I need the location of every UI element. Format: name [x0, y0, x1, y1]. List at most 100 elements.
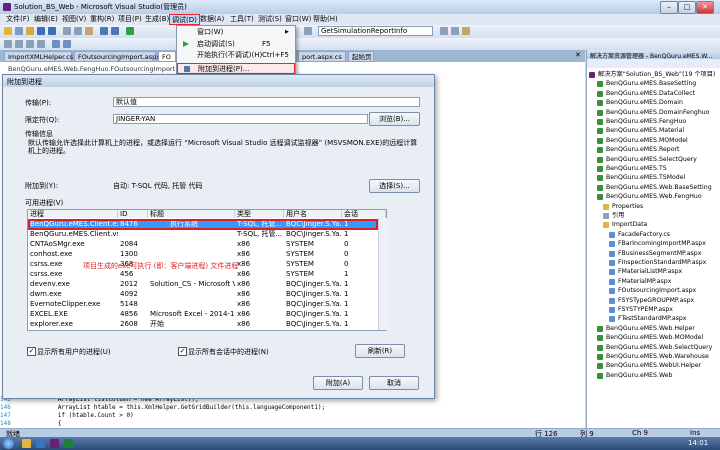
tree-item[interactable]: BenQGuru.eMES.TS [597, 164, 719, 173]
tree-item[interactable]: BenQGuru.eMES.Web.FengHuo [597, 192, 719, 201]
column-header-session[interactable]: 会话 [342, 210, 386, 218]
refresh-button[interactable]: 刷新(R) [355, 344, 405, 358]
browse-button[interactable]: 浏览(B)... [369, 112, 420, 126]
tree-item[interactable]: BenQGuru.eMES.SelectQuery [597, 155, 719, 164]
process-list[interactable]: 进程 ID 标题 类型 用户名 会话 BenQGuru.eMES.Client.… [27, 209, 387, 331]
solution-explorer-icon[interactable] [440, 27, 448, 35]
bookmark-next-icon[interactable] [63, 40, 71, 48]
tree-item[interactable]: BenQGuru.eMES.Web.SelectQuery [597, 343, 719, 352]
tree-item[interactable]: FBarIncomingImportMP.aspx [609, 239, 719, 248]
tree-item[interactable]: BenQGuru.eMES.WebUI.Helper [597, 361, 719, 370]
taskbar-app-icon[interactable] [50, 439, 59, 448]
process-row[interactable]: BenQGuru.eMES.Client.vshost.exe T-SQL, 托管… [28, 229, 386, 239]
cut-icon[interactable] [63, 27, 71, 35]
tree-item[interactable]: BenQGuru.eMES.Web.Helper [597, 324, 719, 333]
column-header-title[interactable]: 标题 [148, 210, 235, 218]
tab-foutsourcingimport-aspx[interactable]: FOutsourcingImport.aspx [74, 51, 160, 62]
close-button[interactable]: ✕ [696, 1, 714, 14]
tree-item[interactable]: BenQGuru.eMES.MOModel [597, 136, 719, 145]
column-header-id[interactable]: ID [118, 210, 148, 218]
column-header-type[interactable]: 类型 [235, 210, 284, 218]
tree-item[interactable]: FMaterialListMP.aspx [609, 267, 719, 276]
uncomment-icon[interactable] [15, 40, 23, 48]
menu-data[interactable]: 数据(A) [198, 14, 226, 25]
indent-icon[interactable] [26, 40, 34, 48]
transport-select[interactable]: 默认值 [113, 97, 420, 107]
menu-item-windows[interactable]: 窗口(W) ▶ [177, 27, 295, 38]
menu-project[interactable]: 项目(P) [116, 14, 144, 25]
column-header-username[interactable]: 用户名 [284, 210, 342, 218]
tree-item[interactable]: 引用 [603, 211, 719, 220]
tree-item[interactable]: Properties [603, 202, 719, 211]
tree-item[interactable]: FOutsourcingImport.aspx [609, 286, 719, 295]
tree-item[interactable]: BenQGuru.eMES.Domain [597, 98, 719, 107]
process-row[interactable]: devenv.exe 2012 Solution_CS - Microsoft Vi… [28, 279, 386, 289]
cancel-button[interactable]: 取消 [369, 376, 419, 390]
outdent-icon[interactable] [37, 40, 45, 48]
process-row[interactable]: EXCEL.EXE 4856 Microsoft Excel - 2014-10-.… [28, 309, 386, 319]
tab-importxmlhelper[interactable]: ImportXMLHelper.cs [4, 51, 73, 62]
tree-item[interactable]: FBusinessSegmentMP.aspx [609, 249, 719, 258]
show-all-sessions-checkbox[interactable]: ✓ [178, 347, 187, 356]
properties-icon[interactable] [451, 27, 459, 35]
tree-item[interactable]: BenQGuru.eMES.BaseSetting [597, 79, 719, 88]
maximize-button[interactable]: □ [678, 1, 696, 14]
tree-item[interactable]: ImportData [603, 220, 719, 229]
column-header-process[interactable]: 进程 [28, 210, 118, 218]
tree-item[interactable]: FTestStandardMP.aspx [609, 314, 719, 323]
process-row[interactable]: explorer.exe 2608 开始 x86 BQC\Jinger.S.Ya... 1 [28, 319, 386, 329]
menu-window[interactable]: 窗口(W) [283, 14, 313, 25]
menu-refactor[interactable]: 重构(R) [88, 14, 116, 25]
save-icon[interactable] [37, 27, 45, 35]
tab-close-icon[interactable]: ✕ [575, 51, 581, 59]
tree-item[interactable]: BenQGuru.eMES.Web.Warehouse [597, 352, 719, 361]
menu-help[interactable]: 帮助(H) [311, 14, 340, 25]
add-item-icon[interactable] [15, 27, 23, 35]
tree-item[interactable]: FSYSTypeGROUPMP.aspx [609, 296, 719, 305]
process-row[interactable]: conhost.exe 1300 x86 SYSTEM 0 [28, 249, 386, 259]
qualifier-input[interactable]: JINGER-YAN [113, 114, 368, 124]
attach-button[interactable]: 附加(A) [313, 376, 363, 390]
undo-icon[interactable] [100, 27, 108, 35]
menu-file[interactable]: 文件(F) [4, 14, 32, 25]
paste-icon[interactable] [85, 27, 93, 35]
start-button[interactable] [3, 438, 14, 449]
taskbar-app-icon[interactable] [22, 439, 31, 448]
tree-item[interactable]: BenQGuru.eMES.Web.MOModel [597, 333, 719, 342]
find-icon[interactable] [304, 27, 312, 35]
menu-edit[interactable]: 编辑(E) [32, 14, 60, 25]
menu-tools[interactable]: 工具(T) [228, 14, 256, 25]
start-debug-icon[interactable] [126, 27, 134, 35]
tab-port-aspx-cs[interactable]: port.aspx.cs [298, 51, 346, 62]
tree-item[interactable]: BenQGuru.eMES.TSModel [597, 173, 719, 182]
minimize-button[interactable]: – [660, 1, 678, 14]
tree-item[interactable]: BenQGuru.eMES.DataCollect [597, 89, 719, 98]
taskbar-app-icon[interactable] [64, 439, 73, 448]
tree-item[interactable]: BenQGuru.eMES.Report [597, 145, 719, 154]
tab-fo[interactable]: FO [158, 51, 176, 62]
menu-test[interactable]: 测试(S) [256, 14, 284, 25]
open-icon[interactable] [26, 27, 34, 35]
taskbar-app-icon[interactable] [36, 439, 45, 448]
new-project-icon[interactable] [4, 27, 12, 35]
toolbox-icon[interactable] [462, 27, 470, 35]
tree-item[interactable]: BenQGuru.eMES.FengHuo [597, 117, 719, 126]
tree-item[interactable]: FInspectionStandardMP.aspx [609, 258, 719, 267]
tree-item[interactable]: 解决方案“Solution_BS_Web”(19 个项目) [589, 70, 719, 79]
show-all-users-checkbox[interactable]: ✓ [27, 347, 36, 356]
tree-item[interactable]: BenQGuru.eMES.Web.BaseSetting [597, 183, 719, 192]
copy-icon[interactable] [74, 27, 82, 35]
bookmark-icon[interactable] [52, 40, 60, 48]
tree-item[interactable]: FSYSTYPEMP.aspx [609, 305, 719, 314]
comment-icon[interactable] [4, 40, 12, 48]
list-scrollbar[interactable] [378, 218, 387, 330]
menu-view[interactable]: 视图(V) [60, 14, 88, 25]
solution-config-select[interactable]: GetSimulationReportInfo [318, 26, 433, 36]
menu-build[interactable]: 生成(B) [143, 14, 171, 25]
save-all-icon[interactable] [48, 27, 56, 35]
process-row[interactable]: EvernoteClipper.exe 5148 x86 BQC\Jinger.S.Y… [28, 299, 386, 309]
tree-item[interactable]: BenQGuru.eMES.Material [597, 126, 719, 135]
tree-item[interactable]: FacadeFactory.cs [609, 230, 719, 239]
menu-item-attach-to-process[interactable]: 附加到进程(P)... [177, 63, 295, 74]
menu-debug[interactable]: 调试(D) [169, 14, 200, 25]
